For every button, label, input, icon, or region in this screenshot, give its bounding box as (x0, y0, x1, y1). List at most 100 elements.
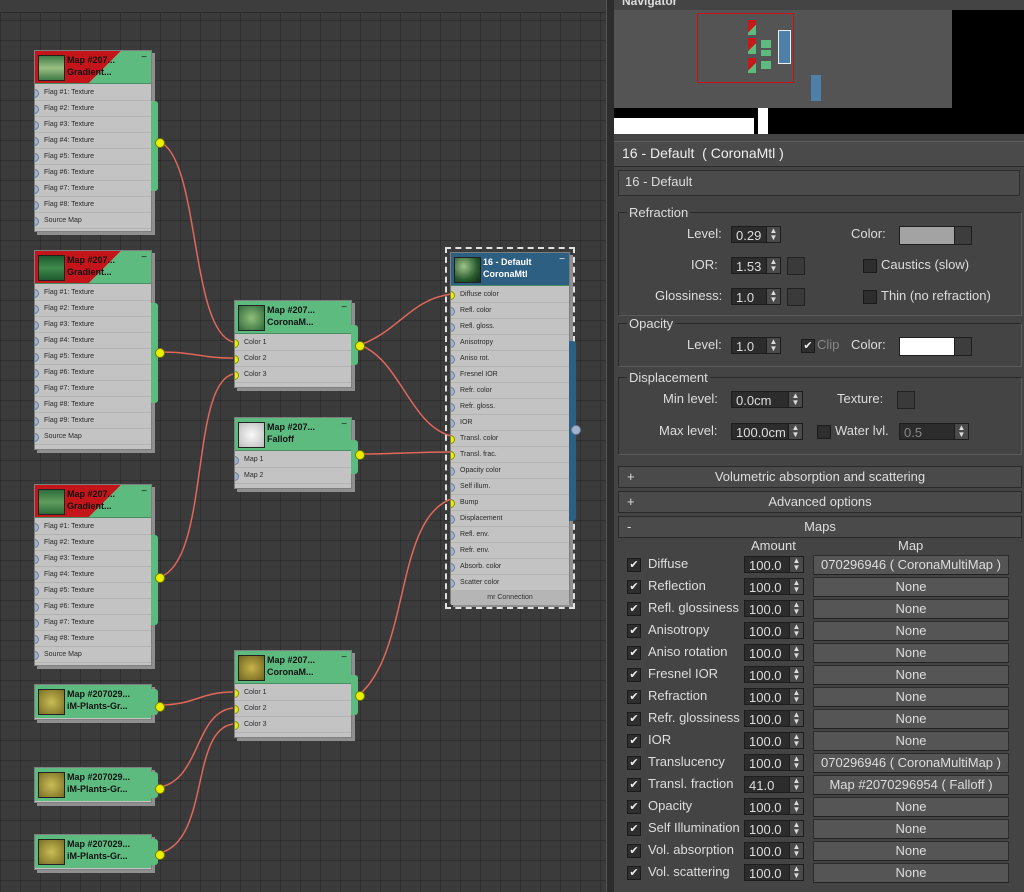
input-slot[interactable]: Color 1 (235, 685, 351, 701)
map-enable-checkbox[interactable]: ✔ (627, 756, 641, 770)
input-slot[interactable]: Flag #1: Texture (35, 85, 151, 101)
map-slot-button[interactable]: None (813, 577, 1009, 597)
displacement-texture-button[interactable] (897, 391, 915, 409)
refraction-color-map-button[interactable] (954, 226, 972, 245)
thin-checkbox[interactable] (863, 290, 877, 304)
input-socket[interactable] (35, 121, 39, 130)
map-amount-spinner[interactable]: 100.0 ▲ ▼ (744, 864, 804, 881)
input-socket[interactable] (35, 603, 39, 612)
input-socket[interactable] (235, 355, 239, 364)
input-slot[interactable]: Refr. gloss. (451, 399, 569, 415)
input-socket[interactable] (451, 483, 455, 492)
map-amount-spinner[interactable]: 100.0 ▲ ▼ (744, 754, 804, 771)
input-slot[interactable]: Map 1 (235, 452, 351, 468)
spinner-arrows-icon[interactable]: ▲ ▼ (789, 755, 803, 770)
max-level-spinner[interactable]: 100.0cm ▲ ▼ (731, 423, 803, 440)
input-socket[interactable] (35, 369, 39, 378)
input-socket[interactable] (35, 619, 39, 628)
input-slot[interactable]: Source Map (35, 647, 151, 663)
input-slot[interactable]: Color 2 (235, 351, 351, 367)
input-socket[interactable] (35, 201, 39, 210)
refraction-level-spinner[interactable]: 0.29 ▲ ▼ (731, 226, 781, 243)
input-slot[interactable]: Flag #3: Texture (35, 117, 151, 133)
input-slot[interactable]: Flag #4: Texture (35, 133, 151, 149)
input-socket[interactable] (35, 105, 39, 114)
input-slot[interactable]: Flag #8: Texture (35, 397, 151, 413)
map-enable-checkbox[interactable]: ✔ (627, 624, 641, 638)
input-socket[interactable] (451, 387, 455, 396)
output-socket[interactable] (155, 702, 165, 712)
spinner-arrows-icon[interactable]: ▲ ▼ (766, 289, 780, 304)
output-socket[interactable] (155, 850, 165, 860)
map-amount-spinner[interactable]: 100.0 ▲ ▼ (744, 600, 804, 617)
input-socket[interactable] (235, 705, 239, 714)
input-socket[interactable] (451, 451, 455, 460)
input-slot[interactable]: Opacity color (451, 463, 569, 479)
input-slot[interactable]: Flag #8: Texture (35, 631, 151, 647)
map-slot-button[interactable]: None (813, 665, 1009, 685)
map-amount-spinner[interactable]: 100.0 ▲ ▼ (744, 644, 804, 661)
input-socket[interactable] (35, 587, 39, 596)
spinner-arrows-icon[interactable]: ▲ ▼ (954, 424, 968, 439)
input-socket[interactable] (235, 456, 239, 465)
input-slot[interactable]: Flag #7: Texture (35, 615, 151, 631)
input-slot[interactable]: Refr. env. (451, 543, 569, 559)
input-slot[interactable]: Absorb. color (451, 559, 569, 575)
spinner-arrows-icon[interactable]: ▲ ▼ (789, 623, 803, 638)
input-slot[interactable]: Refl. gloss. (451, 319, 569, 335)
map-amount-spinner[interactable]: 100.0 ▲ ▼ (744, 622, 804, 639)
opacity-level-spinner[interactable]: 1.0 ▲ ▼ (731, 337, 781, 354)
input-slot[interactable]: Flag #1: Texture (35, 519, 151, 535)
minimize-icon[interactable]: − (341, 652, 347, 663)
minimize-icon[interactable]: − (141, 486, 147, 497)
input-slot[interactable]: Flag #7: Texture (35, 381, 151, 397)
input-slot[interactable]: Refl. env. (451, 527, 569, 543)
map-enable-checkbox[interactable]: ✔ (627, 800, 641, 814)
spinner-arrows-icon[interactable]: ▲ ▼ (766, 338, 780, 353)
material-node[interactable]: 16 - Default CoronaMtl − Diffuse color Re… (445, 247, 581, 609)
min-level-spinner[interactable]: 0.0cm ▲ ▼ (731, 391, 803, 408)
map-slot-button[interactable]: 070296946 ( CoronaMultiMap ) (813, 555, 1009, 575)
input-socket[interactable] (35, 417, 39, 426)
input-slot[interactable]: Flag #6: Texture (35, 599, 151, 615)
map-amount-spinner[interactable]: 100.0 ▲ ▼ (744, 556, 804, 573)
map-enable-checkbox[interactable]: ✔ (627, 602, 641, 616)
spinner-arrows-icon[interactable]: ▲ ▼ (789, 667, 803, 682)
input-socket[interactable] (35, 89, 39, 98)
ior-map-button[interactable] (787, 257, 805, 275)
node-header[interactable]: Map #207029... iM-Plants-Gr... (35, 685, 151, 718)
output-socket[interactable] (155, 573, 165, 583)
rollout-advanced[interactable]: + Advanced options (618, 491, 1022, 513)
input-slot[interactable]: Source Map (35, 429, 151, 445)
map-enable-checkbox[interactable]: ✔ (627, 712, 641, 726)
output-socket[interactable] (355, 450, 365, 460)
input-socket[interactable] (451, 467, 455, 476)
node-header[interactable]: Map #207... CoronaM... − (235, 651, 351, 684)
map-slot-button[interactable]: 070296946 ( CoronaMultiMap ) (813, 753, 1009, 773)
minimize-icon[interactable]: − (141, 52, 147, 63)
input-slot[interactable]: Flag #9: Texture (35, 413, 151, 429)
input-socket[interactable] (35, 153, 39, 162)
output-socket[interactable] (355, 341, 365, 351)
input-slot[interactable]: Source Map (35, 213, 151, 229)
glossiness-map-button[interactable] (787, 288, 805, 306)
ior-spinner[interactable]: 1.53 ▲ ▼ (731, 257, 781, 274)
input-socket[interactable] (451, 579, 455, 588)
input-slot[interactable]: Displacement (451, 511, 569, 527)
output-socket[interactable] (355, 691, 365, 701)
input-slot[interactable]: IOR (451, 415, 569, 431)
minimize-icon[interactable]: − (341, 419, 347, 430)
input-slot[interactable]: Flag #5: Texture (35, 149, 151, 165)
map-amount-spinner[interactable]: 100.0 ▲ ▼ (744, 666, 804, 683)
input-socket[interactable] (35, 571, 39, 580)
input-slot[interactable]: Fresnel IOR (451, 367, 569, 383)
input-slot[interactable]: Flag #2: Texture (35, 301, 151, 317)
map-amount-spinner[interactable]: 100.0 ▲ ▼ (744, 578, 804, 595)
input-slot[interactable]: Flag #5: Texture (35, 349, 151, 365)
material-name-field[interactable]: 16 - Default (618, 170, 1020, 196)
water-level-spinner[interactable]: 0.5 ▲ ▼ (899, 423, 969, 440)
rollout-maps[interactable]: - Maps (618, 516, 1022, 538)
map-amount-spinner[interactable]: 100.0 ▲ ▼ (744, 798, 804, 815)
input-socket[interactable] (235, 371, 239, 380)
spinner-arrows-icon[interactable]: ▲ ▼ (789, 777, 803, 792)
